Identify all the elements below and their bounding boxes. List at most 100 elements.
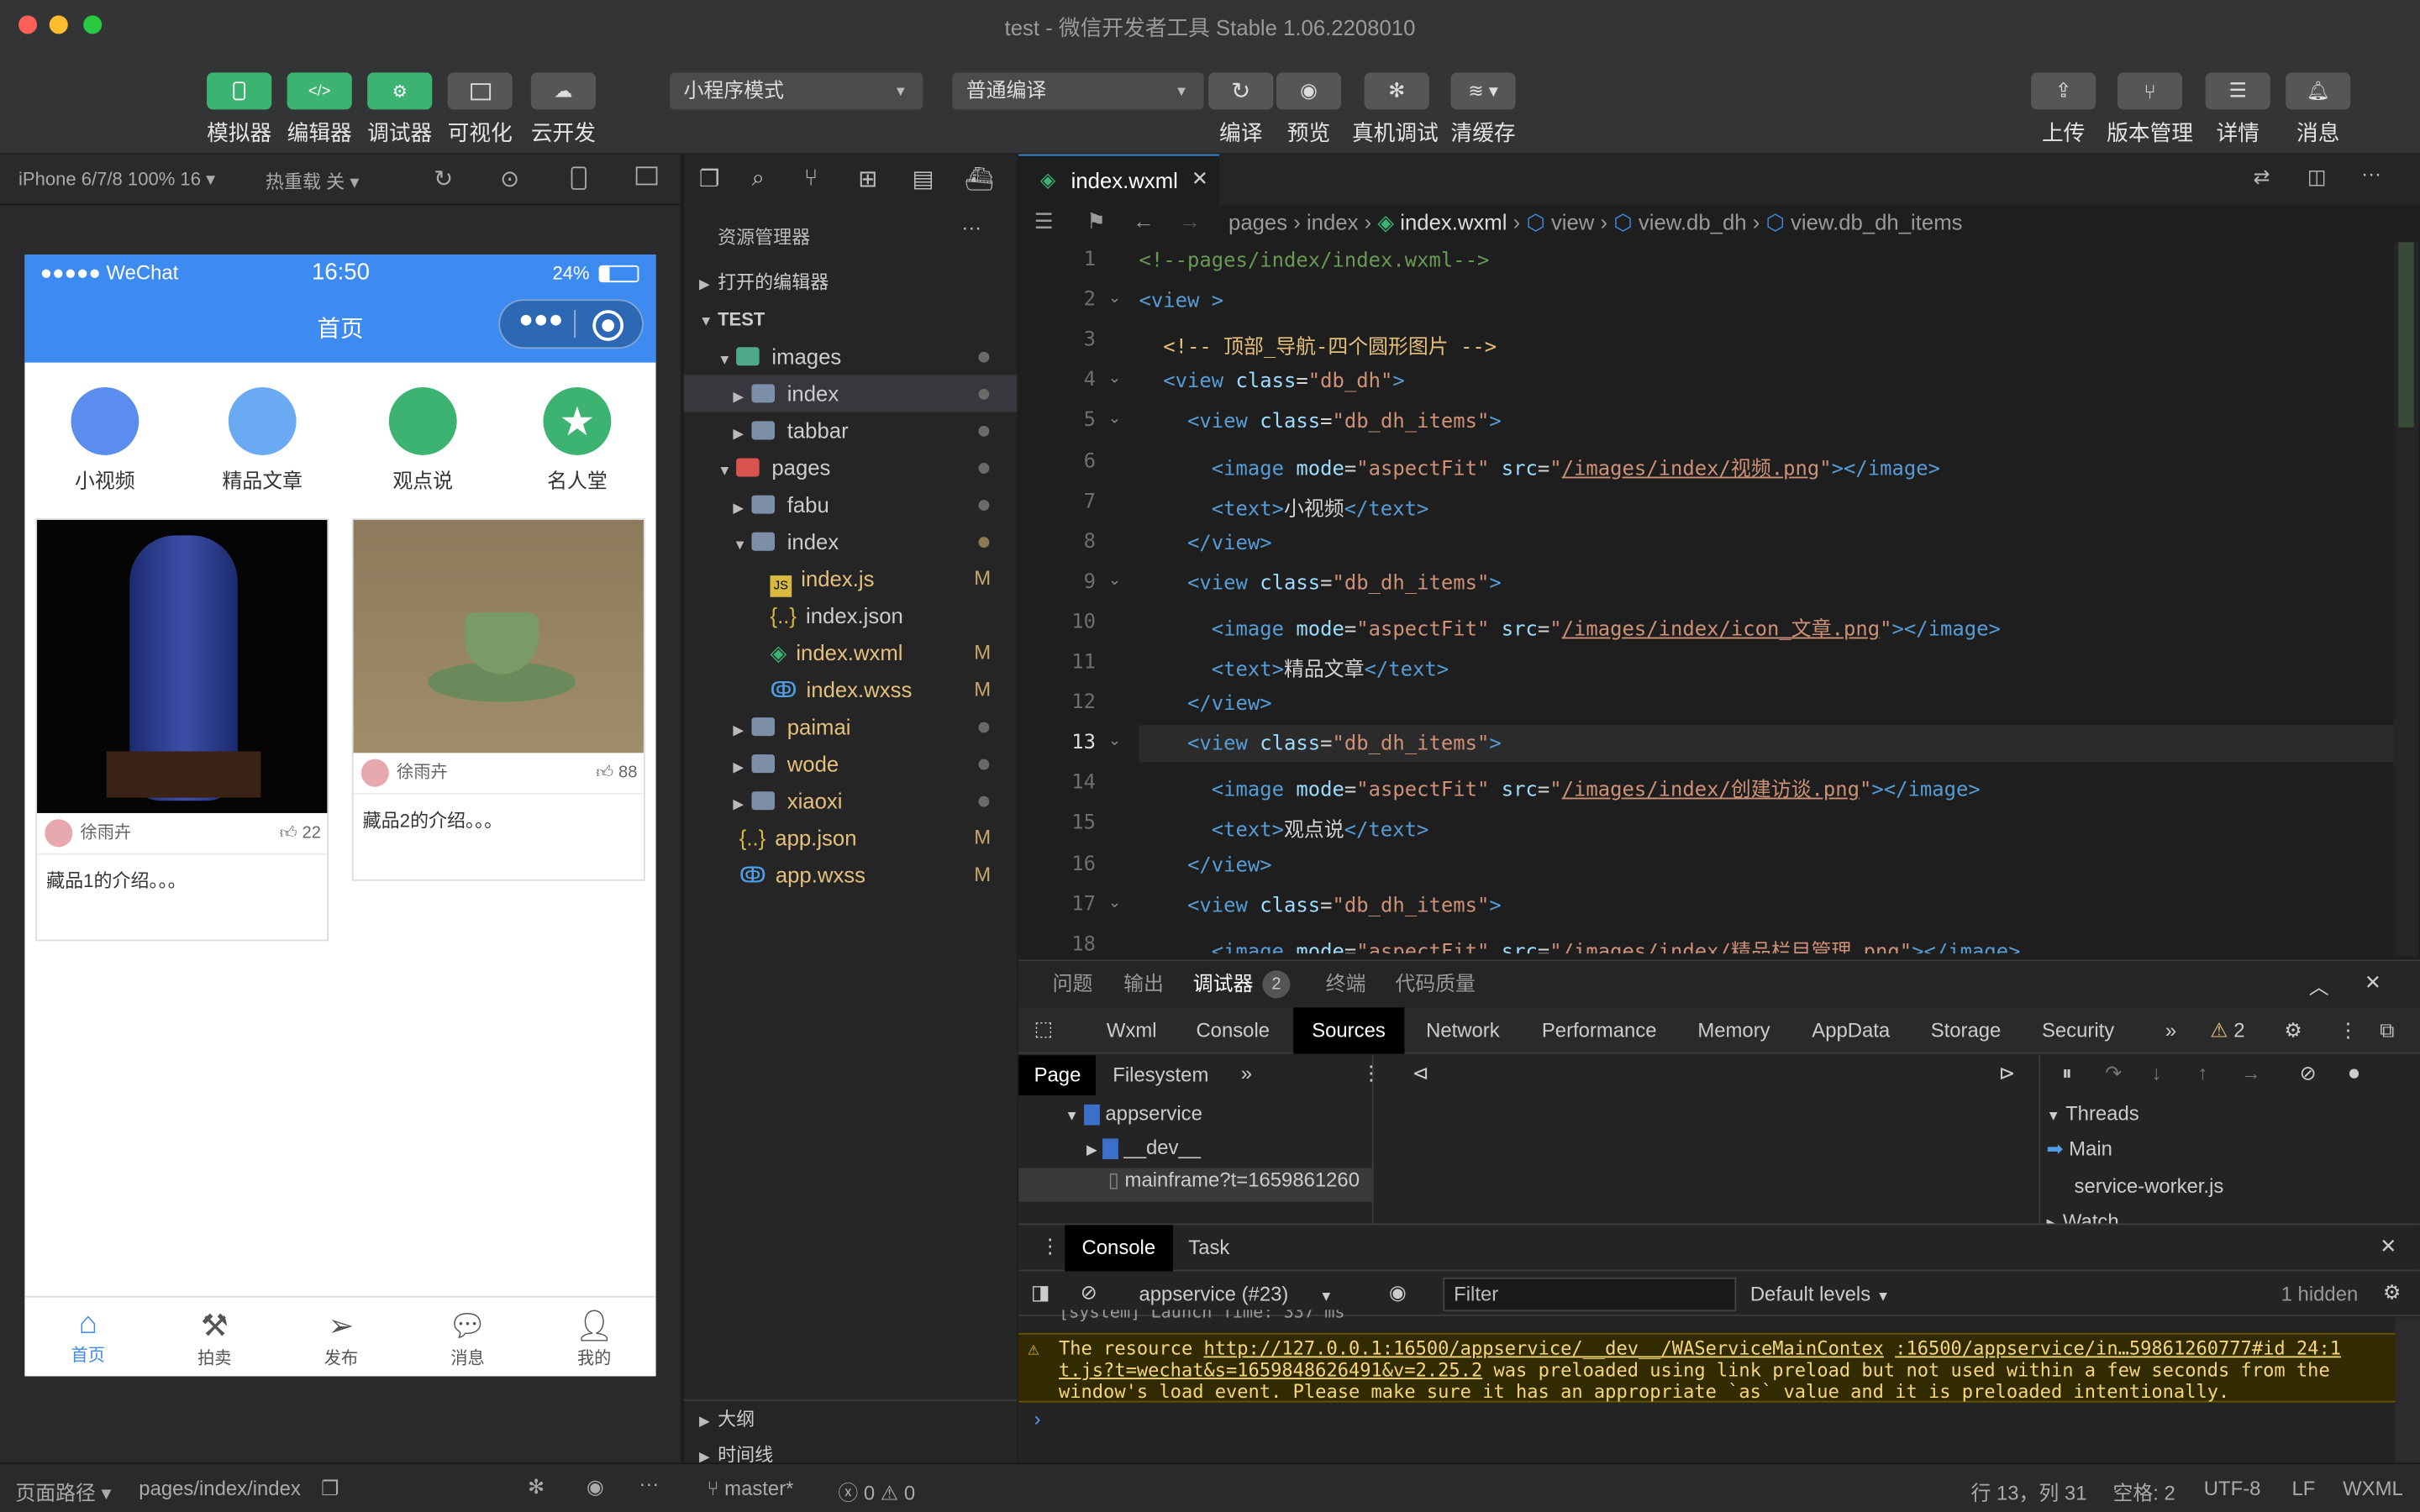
tab-performance[interactable]: Performance [1542,1007,1657,1053]
code-line[interactable]: <text>精品文章</text> [1139,653,1449,682]
thread-service-worker[interactable]: service-worker.js [2075,1174,2224,1198]
tab-messages[interactable]: 💬︎ 消息 [404,1307,531,1370]
code-line[interactable]: <!-- 顶部_导航-四个圆形图片 --> [1139,330,1497,360]
threads-section[interactable]: ▼ Threads [2046,1101,2139,1125]
tree-file-app-wxss[interactable]: ↂ app.wxss M [684,856,1018,893]
tab-filesystem[interactable]: Filesystem [1113,1055,1208,1095]
list-icon[interactable]: ☰ [1034,208,1054,234]
more-tabs-icon[interactable]: » [1241,1062,1252,1085]
code-line[interactable]: <view class="db_dh_items"> [1139,895,1502,918]
fold-chevron-icon[interactable]: ⌄ [1108,370,1121,387]
code-line[interactable]: <!--pages/index/index.wxml--> [1139,250,1489,274]
step-into-icon[interactable]: ↓ [2151,1062,2161,1085]
more-icon[interactable]: ●●● [518,307,563,335]
tab-console[interactable]: Console [1196,1007,1270,1053]
tab-output[interactable]: 输出 [1123,961,1164,1007]
details-button[interactable]: ☰ [2205,72,2270,110]
step-out-icon[interactable]: ↑ [2197,1062,2207,1085]
cloud-dev-button[interactable]: ☁ [530,72,596,110]
split-editor-icon[interactable]: ◫ [2307,165,2327,190]
tab-wxml[interactable]: Wxml [1107,1007,1157,1053]
upload-button[interactable]: ⇪ [2031,72,2096,110]
sidebar-icon[interactable]: ◨ [1031,1280,1050,1305]
device-select[interactable]: iPhone 6/7/8 100% 16 ▾ [18,168,215,190]
tab-sources[interactable]: Sources [1293,1007,1404,1054]
code-line[interactable]: </view> [1139,854,1272,878]
compile-button[interactable]: ↻ [1208,72,1274,110]
compile-mode-select[interactable]: 普通编译 ▼ [952,72,1204,110]
code-line[interactable]: <view class="db_dh_items"> [1139,572,1502,596]
tab-console[interactable]: Console [1065,1225,1173,1272]
fold-chevron-icon[interactable]: ⌄ [1108,733,1121,750]
extensions-icon[interactable]: ⊞ [858,165,877,192]
source-control-icon[interactable]: ⑂ [804,165,818,192]
editor-toggle-button[interactable]: </> [287,72,352,110]
storage-icon[interactable]: ▤ [912,165,934,192]
collection-card[interactable]: 徐雨卉 👍︎ 22 藏品1的介绍。。。 [35,518,329,942]
tab-publish[interactable]: ➢ 发布 [278,1307,405,1370]
code-line[interactable]: <image mode="aspectFit" src="/images/ind… [1139,612,2001,642]
remote-debug-button[interactable]: ✻ [1364,72,1429,110]
context-select[interactable]: appservice (#23) ▼ [1139,1282,1333,1305]
tree-folder-tabbar[interactable]: ▶ tabbar [684,412,1018,449]
tab-network[interactable]: Network [1426,1007,1500,1053]
code-line[interactable]: <image mode="aspectFit" src="/images/ind… [1139,451,1940,481]
more-icon[interactable]: ⋮ [2338,1007,2359,1053]
tree-file-index-wxss[interactable]: ↂ index.wxss M [684,671,1018,708]
more-tabs-icon[interactable]: » [2165,1007,2176,1053]
tab-index-wxml[interactable]: ◈ index.wxml ✕ [1018,154,1219,206]
version-button[interactable]: ⑂ [2117,72,2183,110]
code-line[interactable]: <view class="db_dh_items"> [1139,411,1502,434]
maximize-icon[interactable]: ︿ [2309,970,2329,1000]
close-icon[interactable]: ✕ [2365,970,2381,995]
like-count[interactable]: 👍︎ 88 [596,753,637,793]
code-line[interactable]: <view > [1139,290,1223,313]
close-icon[interactable]: ✕ [1192,166,1208,191]
debugger-toggle-button[interactable]: ⚙ [367,72,433,110]
encoding[interactable]: UTF-8 [2204,1477,2261,1500]
tab-problems[interactable]: 问题 [1053,961,1093,1007]
eye-icon[interactable]: ◉ [587,1475,604,1499]
tree-mainframe[interactable]: ▯ mainframe?t=1659861260 [1018,1168,1372,1202]
fold-chevron-icon[interactable]: ⌄ [1108,895,1121,911]
more-icon[interactable]: ··· [2361,162,2381,186]
mode-select[interactable]: 小程序模式 ▼ [670,72,923,110]
tree-folder-images[interactable]: ▼ images [684,338,1018,375]
step-icon[interactable]: → [2241,1062,2261,1085]
simulator-toggle-button[interactable] [207,72,272,110]
cursor-position[interactable]: 行 13，列 31 [1970,1477,2086,1506]
settings-icon[interactable]: ⚙ [2284,1007,2302,1053]
nav-item-articles[interactable]: 精品文章 [182,387,343,494]
nav-item-famous[interactable]: ★ 名人堂 [497,387,655,494]
clear-cache-button[interactable]: ≋ ▾ [1450,72,1516,110]
rotate-icon[interactable]: ↻ [434,165,453,192]
tree-folder-index[interactable]: ▶ index [683,375,1018,412]
tab-home[interactable]: ⌂ 首页 [24,1307,151,1368]
tree-folder-xiaoxi[interactable]: ▶ xiaoxi [684,782,1018,819]
bookmark-icon[interactable]: ⚑ [1086,208,1106,234]
tab-page[interactable]: Page [1018,1055,1097,1096]
code-line[interactable]: <view class="db_dh_items"> [1139,733,1502,757]
code-line[interactable]: <image mode="aspectFit" src="/images/ind… [1139,934,2021,953]
warning-count[interactable]: ⚠ 2 [2210,1007,2244,1053]
tree-file-index-js[interactable]: JS index.js M [684,560,1018,597]
copy-icon[interactable]: ❐ [321,1477,339,1501]
line-ending[interactable]: LF [2291,1477,2315,1500]
settings-icon[interactable]: ⚙ [2383,1280,2401,1305]
clear-icon[interactable]: ⊘ [1081,1280,1097,1305]
collection-card[interactable]: 徐雨卉 👍︎ 88 藏品2的介绍。。。 [351,518,645,881]
stop-icon[interactable]: ⊙ [500,165,519,192]
code-line[interactable]: </view> [1139,532,1272,555]
toggle-navigator-icon[interactable]: ⊲ [1413,1062,1429,1086]
back-icon[interactable]: ← [1133,208,1155,233]
code-line[interactable]: <image mode="aspectFit" src="/images/ind… [1139,774,1981,803]
more-icon[interactable]: ··· [639,1472,659,1495]
tree-folder-pages[interactable]: ▼ pages [684,449,1018,486]
page-path-select[interactable]: 页面路径 ▾ [15,1477,111,1506]
tree-folder-paimai[interactable]: ▶ paimai [684,708,1018,745]
files-icon[interactable]: ❐ [699,165,720,192]
indent-setting[interactable]: 空格: 2 [2112,1477,2175,1506]
language-mode[interactable]: WXML [2343,1477,2403,1500]
thread-main[interactable]: ➡ Main [2046,1137,2112,1162]
code-line[interactable]: <view class="db_dh"> [1139,370,1405,394]
